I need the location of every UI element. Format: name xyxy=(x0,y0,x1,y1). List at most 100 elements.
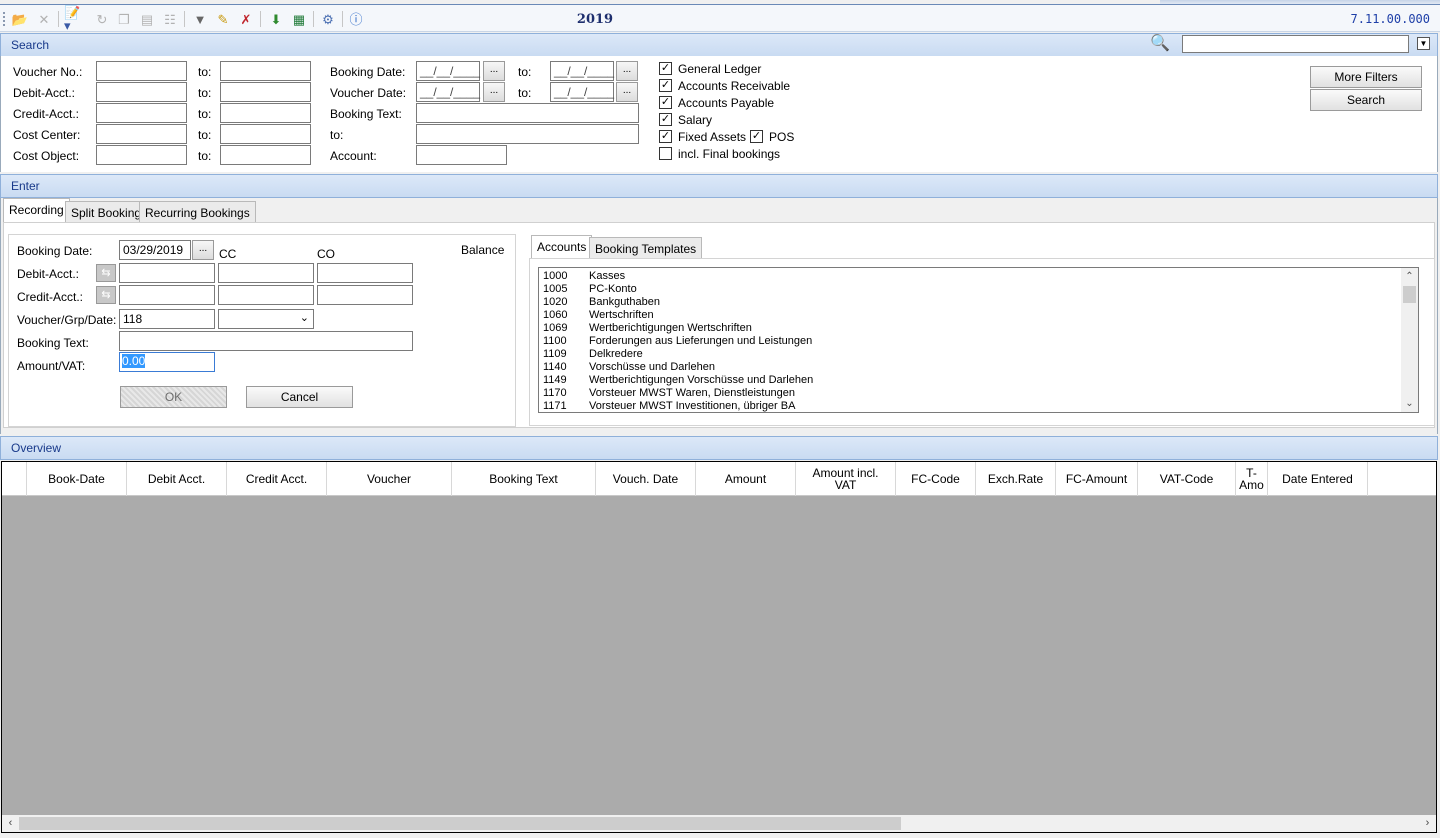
credit-acct-to-input[interactable] xyxy=(220,103,311,123)
accounts-scroll-thumb[interactable] xyxy=(1403,286,1416,303)
quick-search-dropdown-icon[interactable]: ▼ xyxy=(1417,37,1430,50)
voucher-no-to-input[interactable] xyxy=(220,61,311,81)
booking-date-to-picker[interactable]: ... xyxy=(616,61,638,81)
column-header[interactable]: Book-Date xyxy=(27,462,127,496)
enter-section-header[interactable]: Enter xyxy=(0,174,1438,198)
rec-debit-cc-input[interactable] xyxy=(218,263,314,283)
column-header[interactable]: Booking Text xyxy=(452,462,596,496)
cost-object-to-input[interactable] xyxy=(220,145,311,165)
column-header[interactable]: Credit Acct. xyxy=(227,462,327,496)
tab-booking-templates[interactable]: Booking Templates xyxy=(589,237,703,259)
general-ledger-checkbox[interactable]: ✓ xyxy=(659,62,672,75)
column-header[interactable]: VAT-Code xyxy=(1138,462,1236,496)
account-list-item[interactable]: 1140 Vorschüsse und Darlehen xyxy=(543,361,715,374)
debit-lookup-icon[interactable]: ⇆ xyxy=(96,264,116,282)
account-input[interactable] xyxy=(416,145,507,165)
account-list-item[interactable]: 1069 Wertberichtigungen Wertschriften xyxy=(543,322,752,335)
refresh-icon[interactable]: ↻ xyxy=(92,9,112,29)
salary-checkbox[interactable]: ✓ xyxy=(659,113,672,126)
tab-recording[interactable]: Recording xyxy=(3,198,70,223)
voucher-no-from-input[interactable] xyxy=(96,61,187,81)
credit-acct-from-input[interactable] xyxy=(96,103,187,123)
rec-amount-input[interactable]: 0.00 xyxy=(119,352,215,372)
toolbar-grip[interactable] xyxy=(3,12,5,26)
column-header[interactable]: T-Amo xyxy=(1236,462,1268,496)
open-folder-icon[interactable]: 📂 xyxy=(10,9,30,29)
accounts-list[interactable]: 1171 Vorsteuer MWST Investitionen, übrige… xyxy=(538,267,1419,413)
column-header[interactable]: FC-Amount xyxy=(1056,462,1138,496)
rec-debit-input[interactable] xyxy=(119,263,215,283)
column-header[interactable]: Amount xyxy=(696,462,796,496)
overview-grid[interactable]: Book-Date Debit Acct. Credit Acct. Voucher B… xyxy=(1,461,1437,833)
rec-booking-date-input[interactable]: 03/29/2019 xyxy=(119,240,191,260)
remove-filter-icon[interactable]: ✗ xyxy=(236,9,256,29)
column-header[interactable]: Vouch. Date xyxy=(596,462,696,496)
account-list-item[interactable]: 1000 Kasses xyxy=(543,270,625,283)
scroll-left-icon[interactable]: ‹ xyxy=(2,815,19,832)
credit-lookup-icon[interactable]: ⇆ xyxy=(96,286,116,304)
cost-object-from-input[interactable] xyxy=(96,145,187,165)
booking-date-to-input[interactable]: __/__/____ xyxy=(550,61,614,81)
delete-icon[interactable]: ✕ xyxy=(34,9,54,29)
voucher-date-from-picker[interactable]: ... xyxy=(483,82,505,102)
tab-recurring-bookings[interactable]: Recurring Bookings xyxy=(139,201,256,223)
rec-debit-co-input[interactable] xyxy=(317,263,413,283)
cancel-button[interactable]: Cancel xyxy=(246,386,353,408)
column-header[interactable]: Exch.Rate xyxy=(976,462,1056,496)
accounts-payable-checkbox[interactable]: ✓ xyxy=(659,96,672,109)
cost-center-from-input[interactable] xyxy=(96,124,187,144)
help-icon[interactable]: ⓘ xyxy=(346,9,366,29)
tools-icon[interactable]: ⚙ xyxy=(318,9,338,29)
account-list-item[interactable]: 1171 Vorsteuer MWST Investitionen, übrige… xyxy=(543,400,795,412)
account-list-item[interactable]: 1005 PC-Konto xyxy=(543,283,637,296)
voucher-date-to-input[interactable]: __/__/____ xyxy=(550,82,614,102)
accounts-receivable-checkbox[interactable]: ✓ xyxy=(659,79,672,92)
quick-search-input[interactable] xyxy=(1182,35,1409,53)
cost-center-to-input[interactable] xyxy=(220,124,311,144)
account-list-item[interactable]: 1020 Bankguthaben xyxy=(543,296,660,309)
account-list-item[interactable]: 1060 Wertschriften xyxy=(543,309,654,322)
account-list-item[interactable]: 1170 Vorsteuer MWST Waren, Dienstleistung… xyxy=(543,387,795,400)
edit-document-icon[interactable]: 📝▾ xyxy=(64,6,84,32)
download-icon[interactable]: ⬇ xyxy=(266,9,286,29)
voucher-date-to-picker[interactable]: ... xyxy=(616,82,638,102)
column-header[interactable]: Voucher xyxy=(327,462,452,496)
booking-text-to-input[interactable] xyxy=(416,124,639,144)
account-list-item[interactable]: 1149 Wertberichtigungen Vorschüsse und Da… xyxy=(543,374,813,387)
scroll-down-icon[interactable]: ⌄ xyxy=(1401,395,1418,412)
debit-acct-to-input[interactable] xyxy=(220,82,311,102)
debit-acct-from-input[interactable] xyxy=(96,82,187,102)
book-icon[interactable]: ☷ xyxy=(160,9,180,29)
final-bookings-checkbox[interactable] xyxy=(659,147,672,160)
booking-date-from-picker[interactable]: ... xyxy=(483,61,505,81)
scroll-right-icon[interactable]: › xyxy=(1419,815,1436,832)
rec-voucher-input[interactable]: 118 xyxy=(119,309,215,329)
copy-icon[interactable]: ❐ xyxy=(114,9,134,29)
booking-date-from-input[interactable]: __/__/____ xyxy=(416,61,480,81)
column-header[interactable]: FC-Code xyxy=(896,462,976,496)
rec-booking-text-input[interactable] xyxy=(119,331,413,351)
rec-booking-date-picker[interactable]: ... xyxy=(192,240,214,260)
booking-text-from-input[interactable] xyxy=(416,103,639,123)
pos-checkbox[interactable]: ✓ xyxy=(750,130,763,143)
filter-icon[interactable]: ▼ xyxy=(190,9,210,29)
overview-section-header[interactable]: Overview xyxy=(0,436,1438,460)
column-header[interactable]: Debit Acct. xyxy=(127,462,227,496)
quick-search-icon[interactable]: 🔍 xyxy=(1150,33,1174,53)
overview-horizontal-scrollbar[interactable]: ‹ › xyxy=(2,815,1436,832)
fixed-assets-checkbox[interactable]: ✓ xyxy=(659,130,672,143)
rec-credit-input[interactable] xyxy=(119,285,215,305)
page-icon[interactable]: ▤ xyxy=(137,9,157,29)
account-list-item[interactable]: 1100 Forderungen aus Lieferungen und Leis… xyxy=(543,335,812,348)
overview-scroll-thumb[interactable] xyxy=(19,817,901,830)
voucher-date-from-input[interactable]: __/__/____ xyxy=(416,82,480,102)
accounts-scrollbar[interactable]: ⌃ ⌄ xyxy=(1401,268,1418,412)
excel-icon[interactable]: ▦ xyxy=(289,9,309,29)
rec-voucher-group-select[interactable]: ⌄ xyxy=(218,309,314,329)
ok-button[interactable]: OK xyxy=(120,386,227,408)
rec-credit-co-input[interactable] xyxy=(317,285,413,305)
search-button[interactable]: Search xyxy=(1310,89,1422,111)
scroll-up-icon[interactable]: ⌃ xyxy=(1401,268,1418,285)
account-list-item[interactable]: 1109 Delkredere xyxy=(543,348,643,361)
tab-accounts[interactable]: Accounts xyxy=(531,235,593,259)
